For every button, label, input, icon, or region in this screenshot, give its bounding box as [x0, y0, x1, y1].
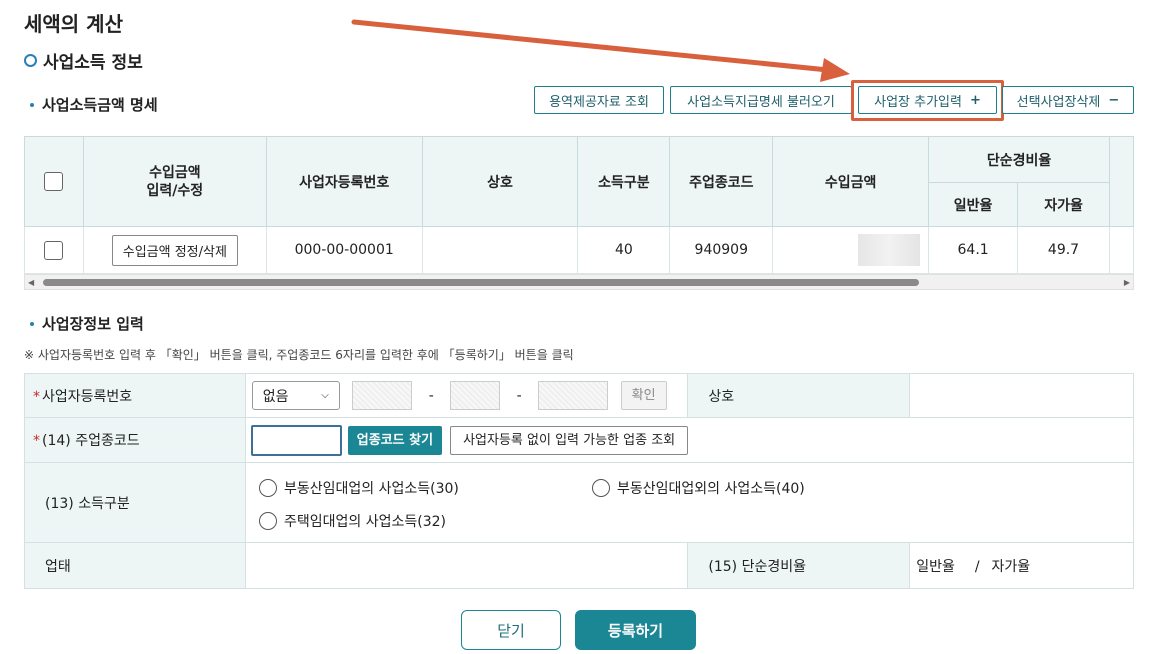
confirm-button[interactable]: 확인 — [620, 381, 667, 410]
row-income-type: 40 — [577, 226, 671, 274]
col-self-rate: 자가율 — [1017, 182, 1110, 227]
annotation-arrow — [351, 19, 850, 82]
radio-label: 부동산임대업외의 사업소득(40) — [617, 481, 805, 497]
table-row: 수입금액 정정/삭제 000-00-00001 40 940909 64.1 4… — [24, 226, 1135, 274]
reg-no-part3-input[interactable] — [538, 381, 609, 410]
col-reg-no: 사업자등록번호 — [265, 136, 423, 227]
row-self-rate: 49.7 — [1017, 226, 1110, 274]
reg-no-select[interactable]: 없음 ⌵ — [251, 381, 340, 410]
highlight-box — [851, 80, 1004, 121]
statement-load-label: 사업소득지급명세 불러오기 — [687, 94, 835, 110]
radio-button[interactable] — [592, 479, 610, 497]
separator: - — [516, 387, 522, 404]
service-lookup-button[interactable]: 용역제공자료 조회 — [534, 86, 664, 114]
register-button[interactable]: 등록하기 — [575, 610, 696, 650]
horizontal-scrollbar[interactable]: ◀ ▶ — [24, 274, 1134, 290]
bullet-icon — [30, 321, 34, 326]
radio-option-40[interactable]: 부동산임대업외의 사업소득(40) — [592, 478, 805, 498]
row-edit-cell: 수입금액 정정/삭제 — [82, 226, 267, 274]
select-all-cell — [24, 136, 84, 227]
name-input-cell[interactable] — [909, 373, 1134, 418]
row-name — [421, 226, 579, 274]
reg-no-part1-input[interactable] — [352, 381, 413, 410]
row-income-amount — [772, 226, 930, 274]
row-reg-no: 000-00-00001 — [265, 226, 423, 274]
row-checkbox[interactable] — [44, 240, 64, 260]
business-input-title-text: 사업장정보 입력 — [42, 315, 144, 333]
col-income-type: 소득구분 — [577, 136, 671, 227]
industry-label-cell: * (14) 주업종코드 — [24, 417, 246, 463]
col-industry-code: 주업종코드 — [669, 136, 774, 227]
income-table: 수입금액 입력/수정 사업자등록번호 상호 소득구분 주업종코드 수입금액 단순… — [24, 136, 1135, 274]
page-title: 세액의 계산 — [24, 12, 123, 36]
bullet-icon — [30, 102, 34, 107]
col-general-rate: 일반율 — [928, 182, 1019, 227]
radio-option-32[interactable]: 주택임대업의 사업소득(32) — [259, 511, 446, 531]
statement-load-button[interactable]: 사업소득지급명세 불러오기 — [670, 86, 852, 114]
industry-input-cell: 업종코드 찾기 사업자등록 없이 입력 가능한 업종 조회 — [244, 417, 1135, 463]
chevron-down-icon: ⌵ — [321, 390, 329, 401]
reg-no-input-cell: 없음 ⌵ - - 확인 — [244, 373, 689, 418]
col-income-edit: 수입금액 입력/수정 — [82, 136, 267, 227]
row-select-cell — [24, 226, 84, 274]
scroll-right-icon[interactable]: ▶ — [1124, 278, 1130, 287]
scroll-thumb[interactable] — [43, 279, 919, 286]
radio-button[interactable] — [259, 479, 277, 497]
name-label: 상호 — [687, 373, 911, 418]
business-input-title: 사업장정보 입력 — [30, 313, 144, 334]
reg-no-label: 사업자등록번호 — [42, 388, 133, 405]
reg-no-part2-input[interactable] — [450, 381, 501, 410]
industry-search-button[interactable]: 업종코드 찾기 — [347, 425, 443, 455]
select-all-checkbox[interactable] — [44, 172, 64, 191]
row-industry-code: 940909 — [669, 226, 774, 274]
col-simple-rate: 단순경비율 — [928, 136, 1110, 183]
rate-slash: / — [974, 558, 980, 575]
row-general-rate: 64.1 — [928, 226, 1019, 274]
required-mark: * — [33, 388, 40, 405]
general-rate-label: 일반율 — [916, 558, 955, 575]
reg-no-select-value: 없음 — [262, 388, 289, 405]
section-title: 사업소득 정보 — [24, 48, 143, 73]
separator: - — [428, 387, 434, 404]
service-lookup-label: 용역제공자료 조회 — [549, 94, 649, 110]
income-type-label: (13) 소득구분 — [24, 462, 246, 543]
business-type-label: 업태 — [24, 542, 246, 589]
col-name: 상호 — [421, 136, 579, 227]
industry-lookup-button[interactable]: 사업자등록 없이 입력 가능한 업종 조회 — [450, 425, 689, 455]
delete-selected-label: 선택사업장삭제 — [1016, 94, 1101, 110]
row-extra — [1108, 226, 1135, 274]
reg-no-label-cell: * 사업자등록번호 — [24, 373, 246, 418]
industry-code-input[interactable] — [250, 424, 342, 456]
simple-rate-label: (15) 단순경비율 — [687, 542, 911, 589]
blurred-amount — [858, 234, 921, 266]
radio-option-30[interactable]: 부동산임대업의 사업소득(30) — [259, 478, 459, 498]
radio-button[interactable] — [259, 512, 277, 530]
industry-label: (14) 주업종코드 — [42, 433, 140, 449]
simple-rate-value-cell: 일반율 / 자가율 — [909, 542, 1134, 589]
delete-selected-button[interactable]: 선택사업장삭제 − — [1002, 86, 1134, 114]
business-form: * 사업자등록번호 없음 ⌵ - - 확인 상호 * (14) 주업종코드 업종코드 … — [24, 373, 1135, 589]
notice-text: ※ 사업자등록번호 입력 후 「확인」 버튼을 클릭, 주업종코드 6자리를 입… — [24, 348, 574, 362]
scroll-left-icon[interactable]: ◀ — [28, 278, 34, 287]
close-button[interactable]: 닫기 — [461, 610, 561, 650]
radio-label: 주택임대업의 사업소득(32) — [284, 514, 446, 530]
circle-bullet-icon — [24, 54, 37, 67]
income-edit-button[interactable]: 수입금액 정정/삭제 — [111, 234, 238, 266]
self-rate-label: 자가율 — [991, 558, 1031, 575]
business-type-input-cell[interactable] — [244, 542, 689, 589]
section-title-text: 사업소득 정보 — [43, 53, 143, 73]
minus-icon: − — [1108, 92, 1120, 108]
col-income-amount: 수입금액 — [772, 136, 930, 227]
required-mark: * — [33, 433, 40, 449]
col-extra — [1108, 136, 1135, 227]
income-detail-title: 사업소득금액 명세 — [30, 94, 158, 115]
radio-label: 부동산임대업의 사업소득(30) — [284, 481, 459, 497]
income-detail-title-text: 사업소득금액 명세 — [42, 96, 158, 114]
